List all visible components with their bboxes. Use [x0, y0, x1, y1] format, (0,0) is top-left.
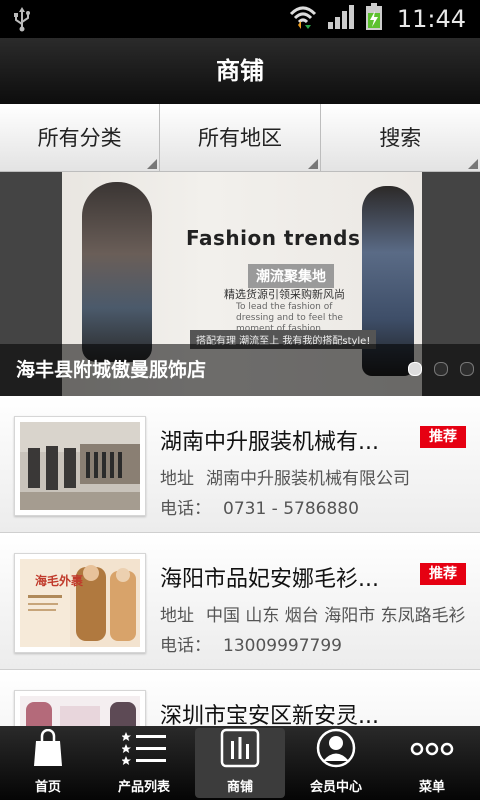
banner-shop-name: 海丰县附城傲曼服饰店: [16, 359, 207, 381]
address-label: 地址: [160, 606, 194, 626]
dropdown-corner-icon: [307, 159, 318, 169]
banner-model-left: [82, 182, 152, 362]
banner-ad-line1: 潮流聚集地: [248, 264, 334, 288]
status-bar: 11:44: [0, 0, 480, 38]
shop-icon: [220, 728, 260, 772]
filter-bar: 所有分类 所有地区 搜索: [0, 104, 480, 172]
list-item[interactable]: 湖南中升服装机械有... 推荐 地址 湖南中升服装机械有限公司 电话： 0731 -…: [0, 396, 480, 533]
nav-label: 菜单: [418, 780, 445, 795]
dropdown-corner-icon: [147, 159, 158, 169]
more-icon: [410, 741, 454, 760]
shop-thumbnail: [14, 416, 146, 516]
shop-address: 地址 湖南中升服装机械有限公司: [160, 464, 470, 489]
recommended-badge: 推荐: [420, 426, 466, 448]
address-value: 中国 山东 烟台 海阳市 东凤路毛衫: [206, 606, 466, 626]
dropdown-corner-icon: [467, 159, 478, 169]
search-label: 搜索: [379, 126, 422, 150]
list-icon: [121, 730, 166, 770]
clock: 11:44: [396, 5, 466, 33]
nav-member-center[interactable]: 会员中心: [288, 726, 384, 800]
thumbnail-text: 海毛外裹: [35, 574, 84, 588]
shop-name: 深圳市宝安区新安灵...: [160, 704, 379, 726]
shop-list: 湖南中升服装机械有... 推荐 地址 湖南中升服装机械有限公司 电话： 0731 -…: [0, 396, 480, 726]
battery-icon: [365, 3, 383, 35]
title-bar: 商铺: [0, 38, 480, 106]
bottom-nav: 首页 产品列表 商铺 会员中心 菜单: [0, 726, 480, 800]
carousel-indicator: [408, 362, 474, 376]
address-label: 地址: [160, 469, 194, 489]
nav-menu[interactable]: 菜单: [384, 726, 480, 800]
usb-icon: [12, 6, 32, 36]
phone-value: 13009997799: [223, 636, 342, 656]
shop-name: 湖南中升服装机械有...: [160, 430, 379, 455]
nav-shops[interactable]: 商铺: [192, 726, 288, 800]
shop-thumbnail: [14, 690, 146, 726]
signal-icon: [327, 4, 355, 34]
list-item[interactable]: 深圳市宝安区新安灵...: [0, 670, 480, 726]
fashion-ad-image: [20, 696, 140, 726]
category-filter-label: 所有分类: [37, 126, 122, 150]
phone-label: 电话：: [160, 499, 211, 519]
carousel-dot[interactable]: [460, 362, 474, 376]
shop-phone: 电话： 13009997799: [160, 631, 470, 656]
user-icon: [316, 728, 356, 772]
phone-label: 电话：: [160, 636, 211, 656]
nav-label: 产品列表: [117, 780, 170, 795]
shop-thumbnail: 海毛外裹: [14, 553, 146, 653]
page-title: 商铺: [216, 57, 264, 85]
shop-name: 海阳市品妃安娜毛衫...: [160, 567, 379, 592]
recommended-badge: 推荐: [420, 563, 466, 585]
carousel-dot[interactable]: [434, 362, 448, 376]
nav-product-list[interactable]: 产品列表: [96, 726, 192, 800]
region-filter-label: 所有地区: [197, 126, 282, 150]
category-filter-button[interactable]: 所有分类: [0, 104, 161, 172]
wifi-icon: [289, 4, 317, 34]
list-item[interactable]: 海毛外裹 海阳市品妃安娜毛衫... 推荐 地址 中国 山东 烟台 海阳市 东凤路毛…: [0, 533, 480, 670]
nav-label: 会员中心: [309, 780, 362, 795]
banner-ad-line2: 精选货源引领采购新风尚: [224, 288, 345, 301]
featured-shop-banner[interactable]: Fashion trends 潮流聚集地 精选货源引领采购新风尚 To lead…: [0, 172, 480, 396]
shop-phone: 电话： 0731 - 5786880: [160, 494, 470, 519]
phone-value: 0731 - 5786880: [223, 499, 359, 519]
address-value: 湖南中升服装机械有限公司: [206, 469, 410, 489]
shop-address: 地址 中国 山东 烟台 海阳市 东凤路毛衫: [160, 601, 470, 626]
banner-ad-title: Fashion trends: [186, 226, 361, 250]
nav-home[interactable]: 首页: [0, 726, 96, 800]
search-button[interactable]: 搜索: [320, 104, 480, 172]
region-filter-button[interactable]: 所有地区: [160, 104, 321, 172]
clothing-store-image: [20, 422, 140, 510]
carousel-dot[interactable]: [408, 362, 422, 376]
shopping-bag-icon: [33, 728, 63, 771]
nav-label: 首页: [34, 780, 61, 795]
nav-label: 商铺: [226, 780, 253, 795]
